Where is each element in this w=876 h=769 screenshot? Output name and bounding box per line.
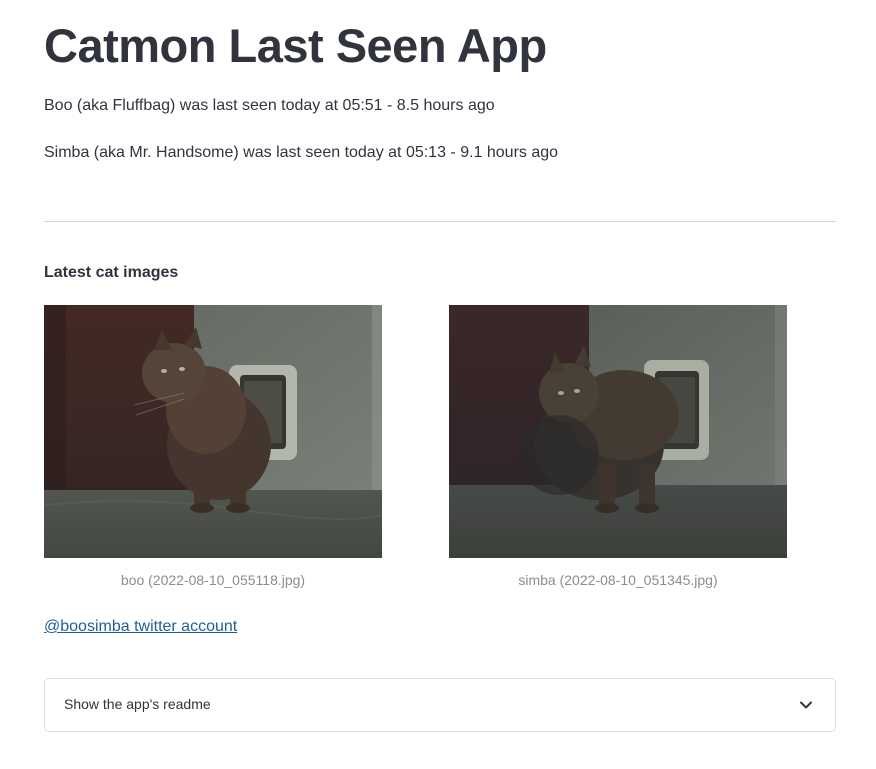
chevron-down-icon[interactable] bbox=[799, 698, 813, 712]
boo-cat-photo bbox=[44, 305, 382, 558]
boo-image-caption: boo (2022-08-10_055118.jpg) bbox=[120, 572, 306, 588]
catmon-app-page: Catmon Last Seen App Boo (aka Fluffbag) … bbox=[0, 0, 876, 769]
simba-image-figure: simba (2022-08-10_051345.jpg) bbox=[449, 305, 787, 589]
readme-expander-label: Show the app's readme bbox=[64, 696, 211, 712]
readme-expander[interactable]: Show the app's readme bbox=[44, 678, 836, 732]
simba-image-caption: simba (2022-08-10_051345.jpg) bbox=[518, 572, 718, 588]
latest-cat-images-heading: Latest cat images bbox=[44, 264, 179, 281]
page-title: Catmon Last Seen App bbox=[44, 19, 547, 72]
section-divider bbox=[44, 221, 836, 222]
simba-last-seen-status: Simba (aka Mr. Handsome) was last seen t… bbox=[44, 144, 559, 161]
twitter-account-link[interactable]: @boosimba twitter account bbox=[44, 616, 237, 638]
boo-last-seen-status: Boo (aka Fluffbag) was last seen today a… bbox=[44, 97, 495, 114]
simba-cat-photo bbox=[449, 305, 787, 558]
boo-image-figure: boo (2022-08-10_055118.jpg) bbox=[44, 305, 382, 589]
